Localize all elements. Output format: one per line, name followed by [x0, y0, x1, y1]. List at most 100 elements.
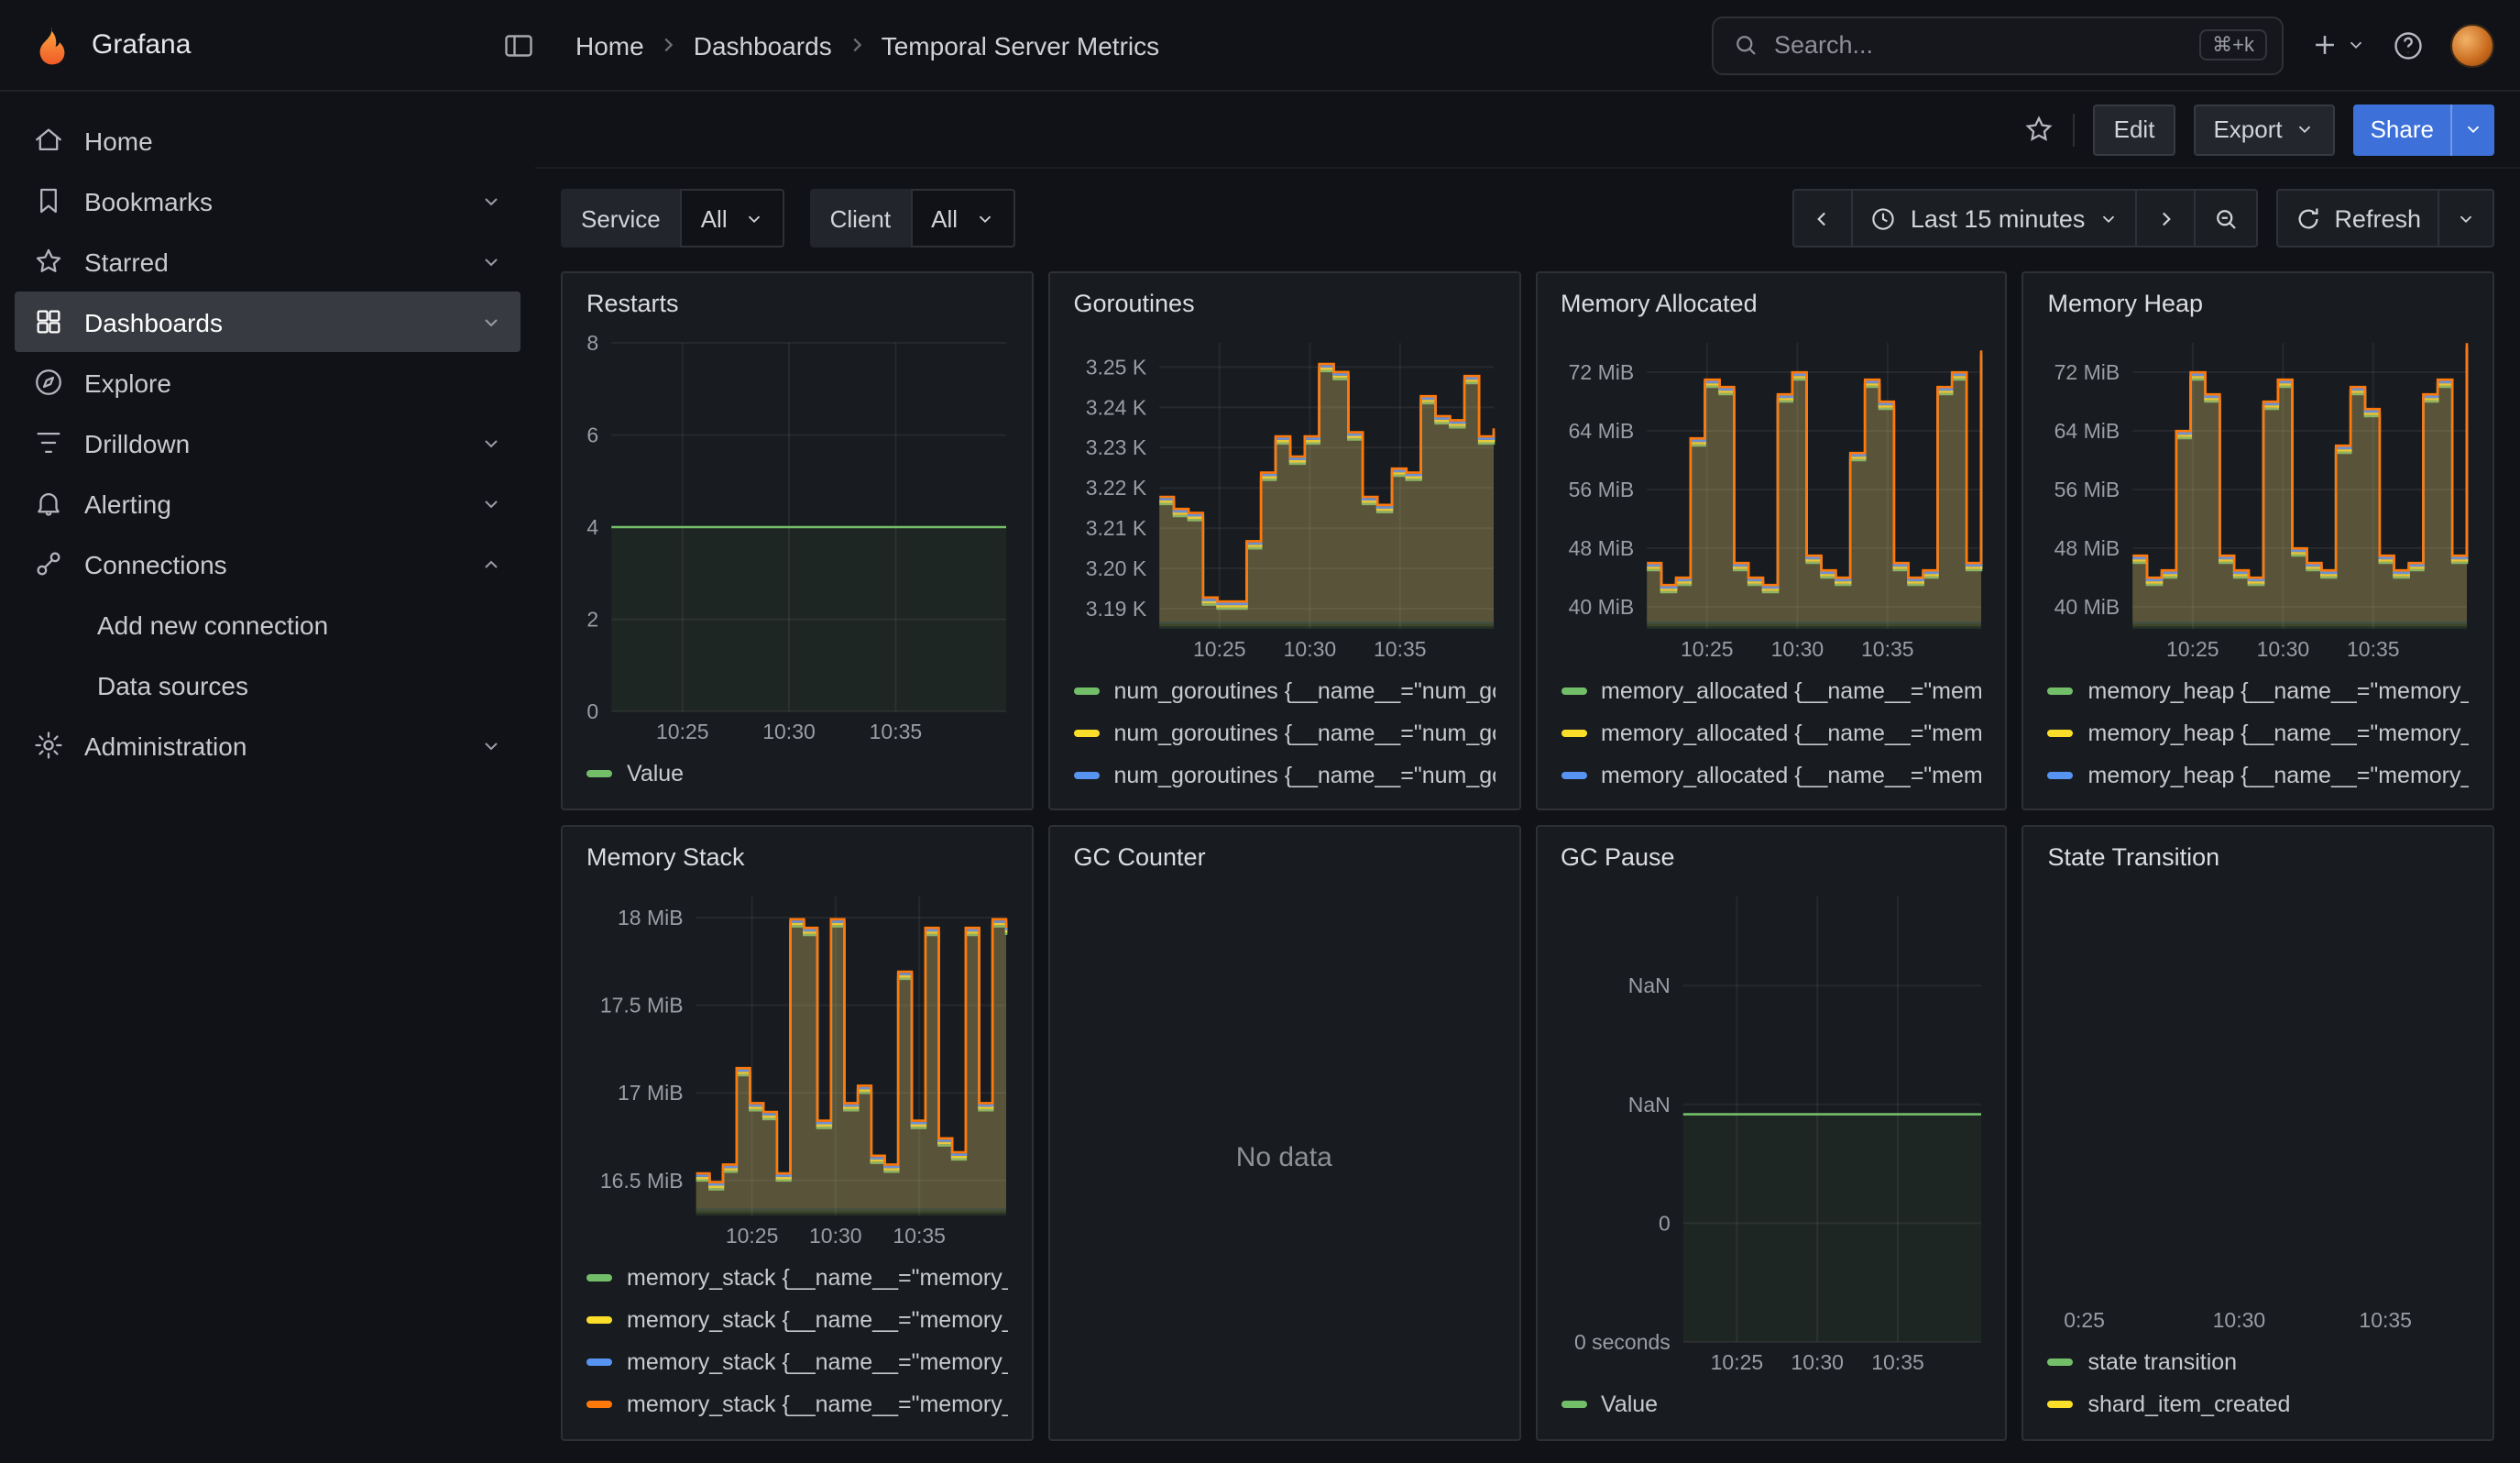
breadcrumb-item-dashboards[interactable]: Dashboards: [694, 30, 832, 60]
series-color-swatch: [2048, 771, 2074, 778]
export-button[interactable]: Export: [2193, 104, 2335, 155]
share-caret-button[interactable]: [2450, 104, 2494, 155]
legend-item[interactable]: memory_heap {__name__="memory_h: [2048, 669, 2470, 711]
panel-title[interactable]: Goroutines: [1050, 273, 1519, 321]
chevron-down-icon[interactable]: [480, 432, 502, 454]
breadcrumb-separator-icon: [659, 35, 679, 55]
sidebar-item-connections[interactable]: Connections: [15, 534, 520, 594]
add-button[interactable]: [2309, 29, 2366, 60]
legend-item[interactable]: memory_allocated {__name__="memo: [1561, 754, 1982, 796]
service-value-select[interactable]: All: [681, 189, 784, 248]
grafana-logo-icon[interactable]: [29, 23, 73, 67]
svg-text:10:25: 10:25: [1680, 637, 1733, 661]
svg-text:0 seconds: 0 seconds: [1573, 1330, 1670, 1354]
chevron-down-icon: [2295, 119, 2316, 139]
legend-item[interactable]: num_goroutines {__name__="num_go: [1074, 796, 1496, 808]
panel-legend: memory_stack {__name__="memory_smemory_s…: [563, 1252, 1032, 1439]
sidebar-item-home[interactable]: Home: [15, 110, 520, 170]
legend-item[interactable]: memory_heap {__name__="memory_h: [2048, 754, 2470, 796]
breadcrumb-item-home[interactable]: Home: [575, 30, 644, 60]
time-back-button[interactable]: [1793, 189, 1854, 248]
legend-item[interactable]: shard_item_created: [2048, 1382, 2470, 1424]
legend-item[interactable]: Value: [1561, 1382, 1982, 1424]
refresh-interval-caret[interactable]: [2438, 189, 2494, 248]
search-input[interactable]: [1774, 31, 2185, 59]
legend-item[interactable]: memory_stack {__name__="memory_s: [586, 1340, 1008, 1382]
legend-item[interactable]: Value: [586, 752, 1008, 794]
svg-text:10:25: 10:25: [1710, 1350, 1763, 1374]
refresh-button[interactable]: Refresh: [2275, 189, 2439, 248]
panel-chart[interactable]: 40 MiB48 MiB56 MiB64 MiB72 MiB10:2510:30…: [2035, 328, 2482, 666]
chevron-down-icon[interactable]: [480, 190, 502, 212]
edit-button[interactable]: Edit: [2094, 104, 2175, 155]
legend-item[interactable]: memory_allocated {__name__="memo: [1561, 711, 1982, 754]
bookmark-icon: [33, 185, 64, 216]
sidebar-item-add-new-connection[interactable]: Add new connection: [15, 594, 520, 654]
search-bar[interactable]: ⌘+k: [1712, 16, 2284, 74]
legend-item[interactable]: num_goroutines {__name__="num_go: [1074, 669, 1496, 711]
series-label: memory_allocated {__name__="memo: [1601, 804, 1982, 808]
sidebar-item-drilldown[interactable]: Drilldown: [15, 412, 520, 473]
legend-item[interactable]: memory_stack {__name__="memory_s: [586, 1256, 1008, 1298]
svg-text:72 MiB: 72 MiB: [1568, 360, 1634, 384]
help-button[interactable]: [2392, 28, 2425, 61]
series-label: memory_heap {__name__="memory_h: [2088, 804, 2470, 808]
panel-legend: Value: [1537, 1379, 2006, 1439]
sidebar-item-explore[interactable]: Explore: [15, 352, 520, 412]
panel-chart[interactable]: 16.5 MiB17 MiB17.5 MiB18 MiB10:2510:3010…: [574, 882, 1021, 1252]
sidebar-item-data-sources[interactable]: Data sources: [15, 654, 520, 715]
dock-sidebar-button[interactable]: [502, 28, 535, 61]
compass-icon: [33, 367, 64, 398]
series-label: memory_allocated {__name__="memo: [1601, 677, 1982, 703]
legend-item[interactable]: memory_heap {__name__="memory_h: [2048, 796, 2470, 808]
legend-item[interactable]: memory_allocated {__name__="memo: [1561, 796, 1982, 808]
sidebar-item-administration[interactable]: Administration: [15, 715, 520, 776]
panel-chart[interactable]: NaNNaN00 seconds10:2510:3010:35: [1548, 882, 1995, 1379]
svg-text:2: 2: [586, 608, 598, 632]
zoom-out-button[interactable]: [2193, 189, 2257, 248]
gear-icon: [33, 730, 64, 761]
panel-title[interactable]: Memory Stack: [563, 827, 1032, 874]
dashboard-panel: Memory Stack 16.5 MiB17 MiB17.5 MiB18 Mi…: [561, 825, 1034, 1441]
sidebar-item-bookmarks[interactable]: Bookmarks: [15, 170, 520, 231]
panel-title[interactable]: State Transition: [2024, 827, 2493, 874]
svg-text:64 MiB: 64 MiB: [2054, 419, 2120, 443]
chevron-down-icon: [2346, 35, 2366, 55]
legend-item[interactable]: memory_allocated {__name__="memo: [1561, 669, 1982, 711]
series-color-swatch: [2048, 729, 2074, 736]
legend-item[interactable]: state transition: [2048, 1340, 2470, 1382]
user-avatar[interactable]: [2450, 23, 2494, 67]
sidebar-item-dashboards[interactable]: Dashboards: [15, 292, 520, 352]
series-color-swatch: [1561, 1400, 1586, 1407]
chevron-down-icon[interactable]: [480, 311, 502, 333]
series-color-swatch: [1074, 729, 1100, 736]
legend-item[interactable]: num_goroutines {__name__="num_go: [1074, 711, 1496, 754]
legend-item[interactable]: memory_stack {__name__="memory_s: [586, 1382, 1008, 1424]
panel-chart[interactable]: 3.19 K3.20 K3.21 K3.22 K3.23 K3.24 K3.25…: [1061, 328, 1508, 666]
favorite-star-button[interactable]: [2024, 114, 2055, 145]
client-value-select[interactable]: All: [911, 189, 1014, 248]
chevron-down-icon[interactable]: [480, 250, 502, 272]
legend-item[interactable]: num_goroutines {__name__="num_go: [1074, 754, 1496, 796]
share-button[interactable]: Share: [2354, 104, 2450, 155]
panel-chart[interactable]: 40 MiB48 MiB56 MiB64 MiB72 MiB10:2510:30…: [1548, 328, 1995, 666]
chevron-down-icon[interactable]: [480, 492, 502, 514]
sidebar-item-starred[interactable]: Starred: [15, 231, 520, 292]
time-forward-button[interactable]: [2134, 189, 2195, 248]
series-label: memory_heap {__name__="memory_h: [2088, 720, 2470, 745]
panel-title[interactable]: Memory Heap: [2024, 273, 2493, 321]
panel-title[interactable]: GC Counter: [1050, 827, 1519, 874]
panel-title[interactable]: GC Pause: [1537, 827, 2006, 874]
panel-title[interactable]: Restarts: [563, 273, 1032, 321]
time-range-picker[interactable]: Last 15 minutes: [1852, 189, 2137, 248]
chevron-down-icon[interactable]: [480, 734, 502, 756]
panel-chart[interactable]: 0:2510:3010:35: [2035, 882, 2482, 1336]
legend-item[interactable]: memory_heap {__name__="memory_h: [2048, 711, 2470, 754]
legend-item[interactable]: memory_stack {__name__="memory_s: [586, 1298, 1008, 1340]
panel-chart[interactable]: 0246810:2510:3010:35: [574, 328, 1021, 748]
chevron-up-icon[interactable]: [480, 553, 502, 575]
series-color-swatch: [1074, 687, 1100, 694]
panel-title[interactable]: Memory Allocated: [1537, 273, 2006, 321]
sidebar-item-alerting[interactable]: Alerting: [15, 473, 520, 534]
chevron-right-icon: [2153, 206, 2176, 230]
